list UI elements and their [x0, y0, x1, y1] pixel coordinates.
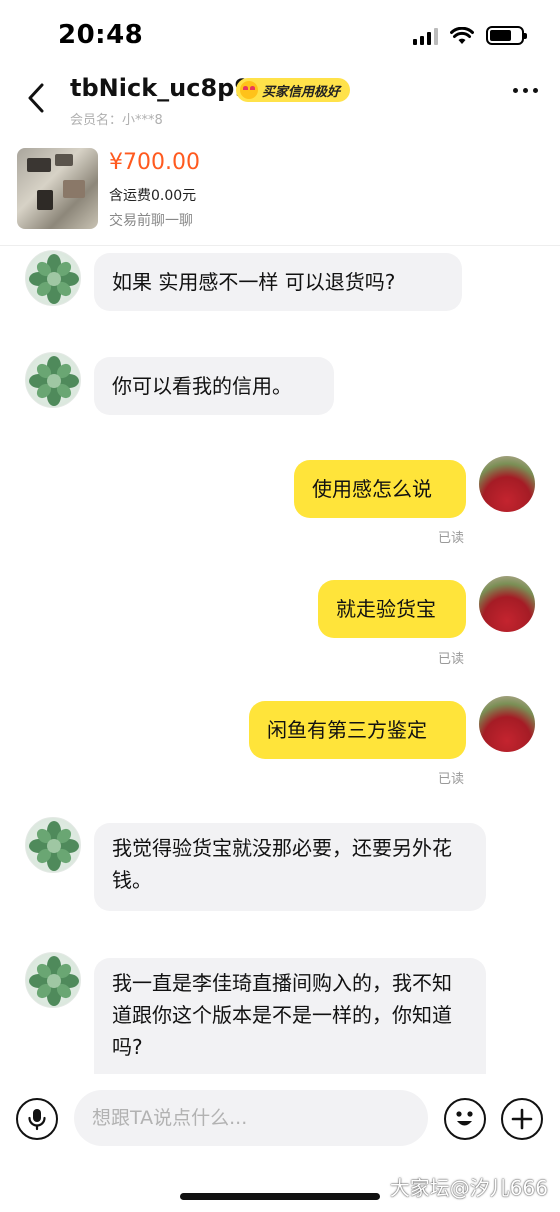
my-avatar[interactable]: [479, 456, 535, 512]
message-bubble[interactable]: 如果 实用感不一样 可以退货吗?: [94, 253, 462, 311]
heart-eyes-icon: [240, 81, 258, 99]
watermark: 大家坛@汐儿666: [389, 1176, 548, 1200]
chevron-left-icon: [28, 83, 44, 113]
back-button[interactable]: [18, 78, 54, 118]
my-avatar[interactable]: [479, 696, 535, 752]
product-shipping: 含运费0.00元: [109, 188, 197, 204]
voice-button[interactable]: [16, 1098, 58, 1140]
chat-header: tbNick_uc8p9 买家信用极好 会员名：小***8: [0, 64, 560, 134]
contact-avatar[interactable]: [25, 952, 81, 1008]
member-name: 会员名：小***8: [70, 113, 163, 128]
cellular-signal-icon: [413, 27, 438, 45]
more-options-button[interactable]: [513, 88, 538, 93]
product-price: ¥700.00: [109, 150, 200, 175]
contact-avatar[interactable]: [25, 250, 81, 306]
succulent-icon: [29, 356, 79, 406]
status-bar: 20:48: [0, 0, 560, 64]
contact-avatar[interactable]: [25, 817, 81, 873]
home-indicator[interactable]: [180, 1193, 380, 1200]
read-status: 已读: [438, 531, 465, 546]
battery-level: [490, 30, 511, 41]
product-card[interactable]: ¥700.00 含运费0.00元 交易前聊一聊: [0, 140, 560, 246]
message-bubble[interactable]: 你可以看我的信用。: [94, 357, 334, 415]
input-bar: [0, 1074, 560, 1170]
message-bubble[interactable]: 我一直是李佳琦直播间购入的，我不知道跟你这个版本是不是一样的，你知道吗?: [94, 958, 486, 1074]
smiley-icon: [456, 1111, 473, 1126]
plus-button[interactable]: [501, 1098, 543, 1140]
message-bubble[interactable]: 使用感怎么说: [294, 460, 466, 518]
succulent-icon: [29, 254, 79, 304]
emoji-button[interactable]: [444, 1098, 486, 1140]
status-time: 20:48: [58, 20, 144, 50]
read-status: 已读: [438, 772, 465, 787]
chat-messages[interactable]: 如果 实用感不一样 可以退货吗? 你可以看我的信用。 使用感怎么说 已读 就走验…: [0, 246, 560, 1074]
my-avatar[interactable]: [479, 576, 535, 632]
product-thumbnail[interactable]: [17, 148, 98, 229]
plus-icon: [511, 1108, 533, 1130]
product-note: 交易前聊一聊: [109, 213, 193, 229]
message-bubble[interactable]: 闲鱼有第三方鉴定: [249, 701, 466, 759]
contact-name[interactable]: tbNick_uc8p9: [70, 74, 251, 102]
message-bubble[interactable]: 就走验货宝: [318, 580, 466, 638]
read-status: 已读: [438, 652, 465, 667]
message-bubble[interactable]: 我觉得验货宝就没那必要，还要另外花钱。: [94, 823, 486, 911]
credit-badge-label: 买家信用极好: [262, 84, 341, 100]
credit-badge[interactable]: 买家信用极好: [236, 78, 351, 102]
succulent-icon: [29, 821, 79, 871]
contact-avatar[interactable]: [25, 352, 81, 408]
wifi-icon: [450, 26, 474, 44]
succulent-icon: [29, 956, 79, 1006]
status-icons: [413, 26, 527, 45]
microphone-icon: [28, 1109, 46, 1131]
battery-icon: [486, 26, 527, 45]
message-input[interactable]: [74, 1090, 428, 1146]
